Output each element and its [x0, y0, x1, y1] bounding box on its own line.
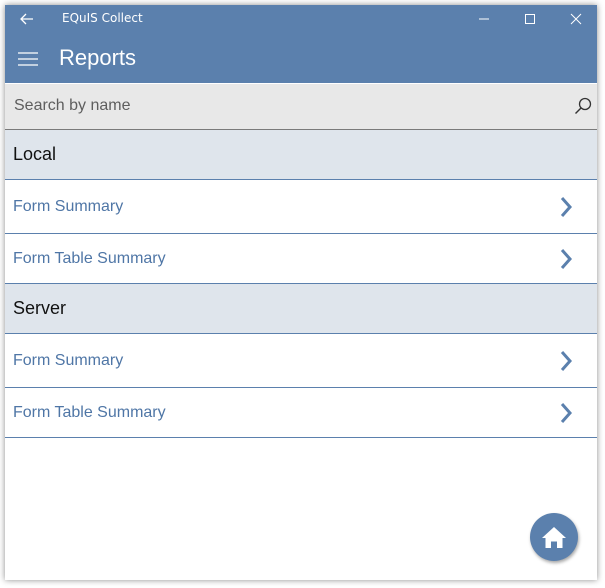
chevron-right-icon: [560, 351, 573, 371]
menu-button[interactable]: [17, 51, 39, 67]
group-title: Local: [13, 144, 57, 164]
page-title: Reports: [59, 45, 137, 70]
group-header-local: Local: [5, 130, 597, 180]
list-item-label: Form Table Summary: [13, 250, 166, 267]
title-bar: EQuIS Collect: [5, 5, 597, 33]
group-header-server: Server: [5, 284, 597, 334]
maximize-icon: [525, 14, 535, 24]
list-item-label: Form Table Summary: [13, 404, 166, 421]
home-button[interactable]: [530, 513, 578, 561]
app-header: Reports: [5, 33, 597, 83]
chevron-right-icon: [560, 197, 573, 217]
search-bar: [5, 84, 597, 130]
search-button[interactable]: [573, 96, 593, 116]
arrow-left-icon: [20, 13, 33, 25]
chevron-right-icon: [560, 249, 573, 269]
home-icon: [542, 527, 566, 548]
list-item-local-form-summary[interactable]: Form Summary: [5, 180, 597, 234]
list-item-server-form-table-summary[interactable]: Form Table Summary: [5, 388, 597, 438]
close-icon: [570, 13, 582, 25]
minimize-icon: [479, 18, 489, 20]
list-item-server-form-summary[interactable]: Form Summary: [5, 334, 597, 388]
group-title: Server: [13, 298, 67, 318]
list-item-local-form-table-summary[interactable]: Form Table Summary: [5, 234, 597, 284]
search-icon: [575, 97, 592, 114]
chevron-right-icon: [560, 403, 573, 423]
hamburger-icon: [18, 52, 38, 66]
list-item-label: Form Summary: [13, 352, 124, 369]
search-input[interactable]: [5, 84, 574, 128]
back-button[interactable]: [17, 9, 37, 29]
app-title: EQuIS Collect: [62, 11, 143, 25]
list-item-label: Form Summary: [13, 198, 124, 215]
minimize-button[interactable]: [461, 5, 507, 33]
maximize-button[interactable]: [507, 5, 553, 33]
app-window: EQuIS Collect Reports Search by name Loc…: [5, 5, 597, 580]
close-button[interactable]: [553, 5, 597, 33]
